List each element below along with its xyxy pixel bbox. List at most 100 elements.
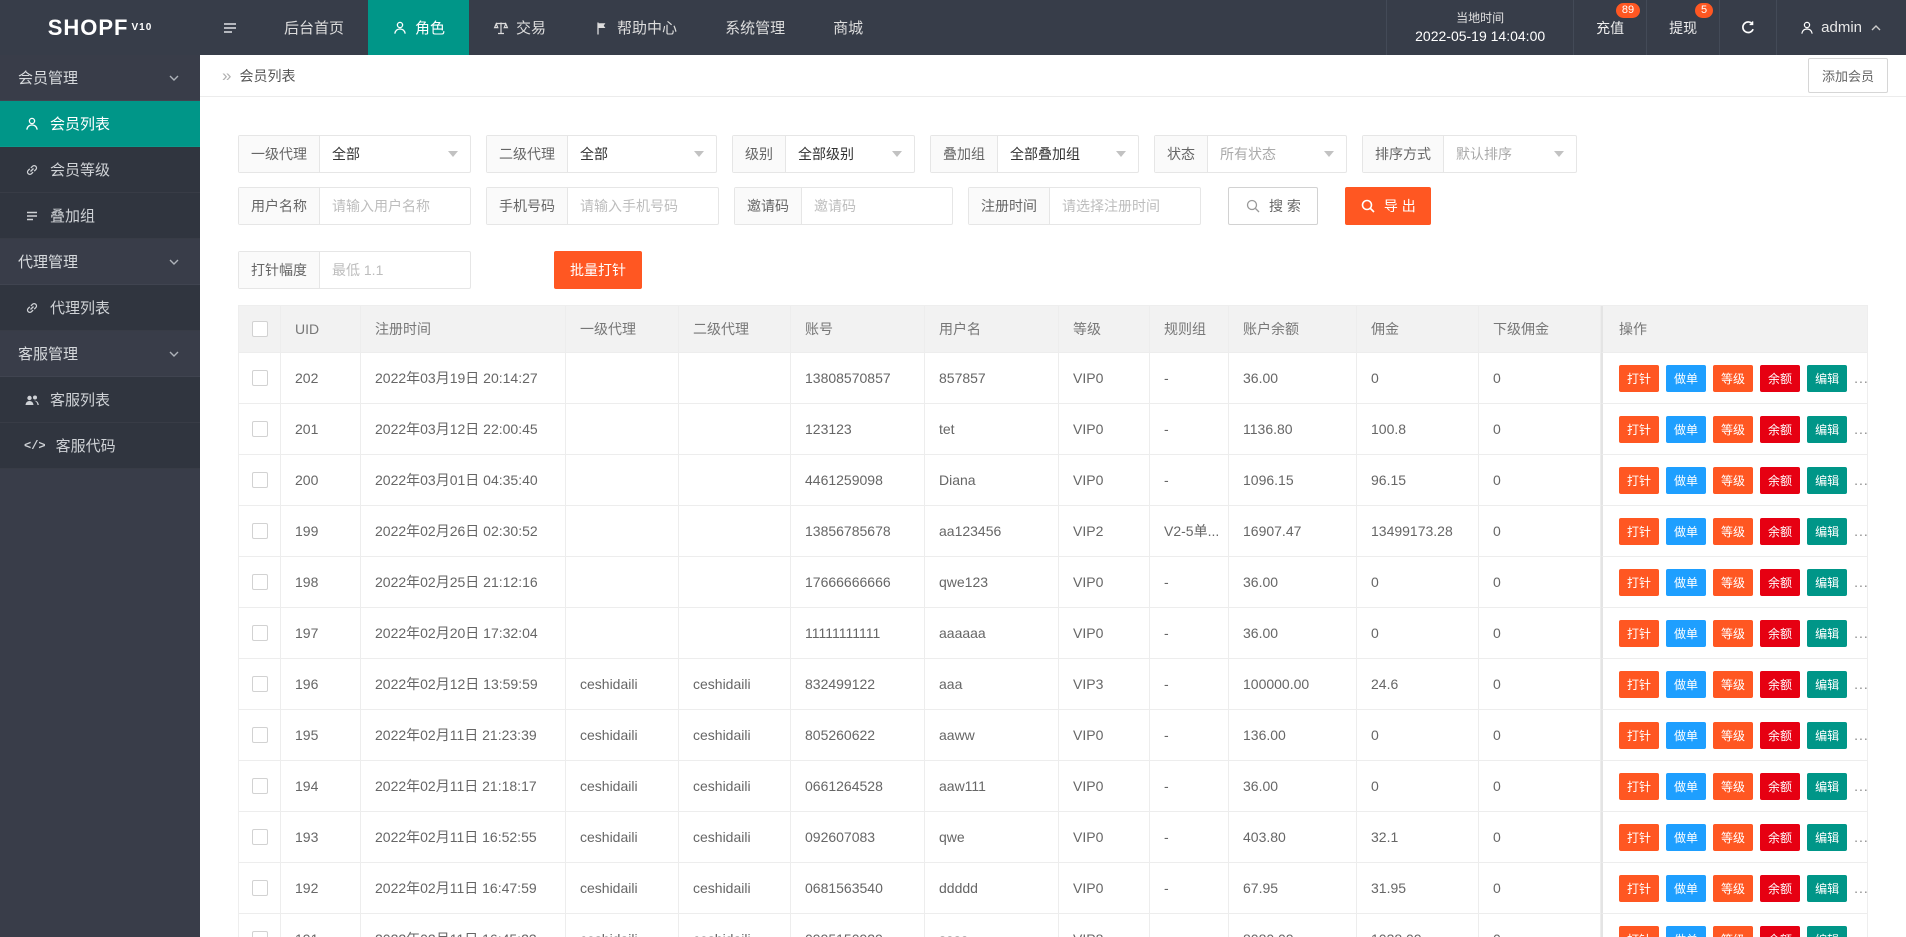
make-order-button[interactable]: 做单 [1666, 772, 1707, 800]
make-order-button[interactable]: 做单 [1666, 517, 1707, 545]
edit-button[interactable]: 编辑 [1807, 364, 1848, 392]
export-button[interactable]: 导 出 [1344, 187, 1431, 225]
search-button[interactable]: 搜 索 [1228, 187, 1318, 225]
row-more-button[interactable]: ... [1854, 625, 1867, 641]
row-more-button[interactable]: ... [1854, 931, 1867, 937]
add-member-button[interactable]: 添加会员 [1807, 58, 1888, 93]
level-button[interactable]: 等级 [1713, 619, 1754, 647]
edit-button[interactable]: 编辑 [1807, 721, 1848, 749]
select-all-checkbox[interactable] [251, 321, 268, 337]
inject-button[interactable]: 打针 [1619, 874, 1660, 902]
row-checkbox[interactable] [251, 880, 268, 896]
row-more-button[interactable]: ... [1854, 829, 1867, 845]
make-order-button[interactable]: 做单 [1666, 466, 1707, 494]
balance-button[interactable]: 余额 [1760, 823, 1801, 851]
sidebar-item-service-list[interactable]: 客服列表 [0, 377, 200, 423]
agent2-select[interactable]: 全部 [568, 136, 716, 172]
row-checkbox[interactable] [251, 523, 268, 539]
nav-item-dashboard[interactable]: 后台首页 [260, 0, 368, 55]
balance-button[interactable]: 余额 [1760, 925, 1801, 937]
row-checkbox[interactable] [251, 931, 268, 937]
make-order-button[interactable]: 做单 [1666, 568, 1707, 596]
edit-button[interactable]: 编辑 [1807, 568, 1848, 596]
edit-button[interactable]: 编辑 [1807, 517, 1848, 545]
inject-button[interactable]: 打针 [1619, 721, 1660, 749]
row-checkbox[interactable] [251, 370, 268, 386]
nav-item-help-center[interactable]: 帮助中心 [570, 0, 701, 55]
level-button[interactable]: 等级 [1713, 670, 1754, 698]
level-button[interactable]: 等级 [1713, 364, 1754, 392]
batch-inject-button[interactable]: 批量打针 [554, 251, 642, 289]
inject-button[interactable]: 打针 [1619, 364, 1660, 392]
inject-button[interactable]: 打针 [1619, 517, 1660, 545]
row-more-button[interactable]: ... [1854, 880, 1867, 896]
inject-amplitude-input[interactable] [320, 252, 470, 288]
edit-button[interactable]: 编辑 [1807, 925, 1848, 937]
sidebar-group-member-management[interactable]: 会员管理 [0, 55, 200, 101]
make-order-button[interactable]: 做单 [1666, 670, 1707, 698]
level-select[interactable]: 全部级别 [786, 136, 914, 172]
sidebar-item-overlay-group[interactable]: 叠加组 [0, 193, 200, 239]
make-order-button[interactable]: 做单 [1666, 619, 1707, 647]
level-button[interactable]: 等级 [1713, 568, 1754, 596]
edit-button[interactable]: 编辑 [1807, 466, 1848, 494]
inject-button[interactable]: 打针 [1619, 823, 1660, 851]
row-checkbox[interactable] [251, 574, 268, 590]
overlay-group-select[interactable]: 全部叠加组 [998, 136, 1138, 172]
sidebar-item-member-level[interactable]: 会员等级 [0, 147, 200, 193]
sidebar-item-agent-list[interactable]: 代理列表 [0, 285, 200, 331]
make-order-button[interactable]: 做单 [1666, 364, 1707, 392]
row-checkbox[interactable] [251, 472, 268, 488]
agent1-select[interactable]: 全部 [320, 136, 470, 172]
row-more-button[interactable]: ... [1854, 472, 1867, 488]
balance-button[interactable]: 余额 [1760, 466, 1801, 494]
edit-button[interactable]: 编辑 [1807, 415, 1848, 443]
edit-button[interactable]: 编辑 [1807, 670, 1848, 698]
make-order-button[interactable]: 做单 [1666, 925, 1707, 937]
user-menu[interactable]: admin [1777, 0, 1906, 55]
balance-button[interactable]: 余额 [1760, 619, 1801, 647]
balance-button[interactable]: 余额 [1760, 568, 1801, 596]
inject-button[interactable]: 打针 [1619, 670, 1660, 698]
phone-input[interactable] [568, 188, 718, 224]
row-checkbox[interactable] [251, 625, 268, 641]
nav-item-trade[interactable]: 交易 [469, 0, 570, 55]
nav-item-system[interactable]: 系统管理 [701, 0, 809, 55]
edit-button[interactable]: 编辑 [1807, 874, 1848, 902]
row-checkbox[interactable] [251, 727, 268, 743]
row-more-button[interactable]: ... [1854, 370, 1867, 386]
hamburger-icon[interactable] [200, 0, 260, 55]
level-button[interactable]: 等级 [1713, 466, 1754, 494]
withdraw-button[interactable]: 提现 5 [1647, 0, 1721, 55]
nav-item-roles[interactable]: 角色 [368, 0, 470, 55]
row-more-button[interactable]: ... [1854, 574, 1867, 590]
sidebar-item-service-code[interactable]: </> 客服代码 [0, 423, 200, 469]
balance-button[interactable]: 余额 [1760, 772, 1801, 800]
invite-code-input[interactable] [802, 188, 952, 224]
recharge-button[interactable]: 充值 89 [1574, 0, 1648, 55]
status-select[interactable]: 所有状态 [1208, 136, 1346, 172]
make-order-button[interactable]: 做单 [1666, 823, 1707, 851]
username-input[interactable] [320, 188, 470, 224]
level-button[interactable]: 等级 [1713, 772, 1754, 800]
level-button[interactable]: 等级 [1713, 517, 1754, 545]
level-button[interactable]: 等级 [1713, 415, 1754, 443]
inject-button[interactable]: 打针 [1619, 925, 1660, 937]
balance-button[interactable]: 余额 [1760, 517, 1801, 545]
row-checkbox[interactable] [251, 676, 268, 692]
refresh-button[interactable] [1720, 0, 1778, 55]
sidebar-group-service-management[interactable]: 客服管理 [0, 331, 200, 377]
balance-button[interactable]: 余额 [1760, 721, 1801, 749]
row-more-button[interactable]: ... [1854, 523, 1867, 539]
edit-button[interactable]: 编辑 [1807, 619, 1848, 647]
level-button[interactable]: 等级 [1713, 823, 1754, 851]
sidebar-group-agent-management[interactable]: 代理管理 [0, 239, 200, 285]
row-checkbox[interactable] [251, 421, 268, 437]
balance-button[interactable]: 余额 [1760, 670, 1801, 698]
inject-button[interactable]: 打针 [1619, 568, 1660, 596]
row-more-button[interactable]: ... [1854, 727, 1867, 743]
level-button[interactable]: 等级 [1713, 874, 1754, 902]
edit-button[interactable]: 编辑 [1807, 823, 1848, 851]
row-more-button[interactable]: ... [1854, 778, 1867, 794]
sort-select[interactable]: 默认排序 [1444, 136, 1576, 172]
